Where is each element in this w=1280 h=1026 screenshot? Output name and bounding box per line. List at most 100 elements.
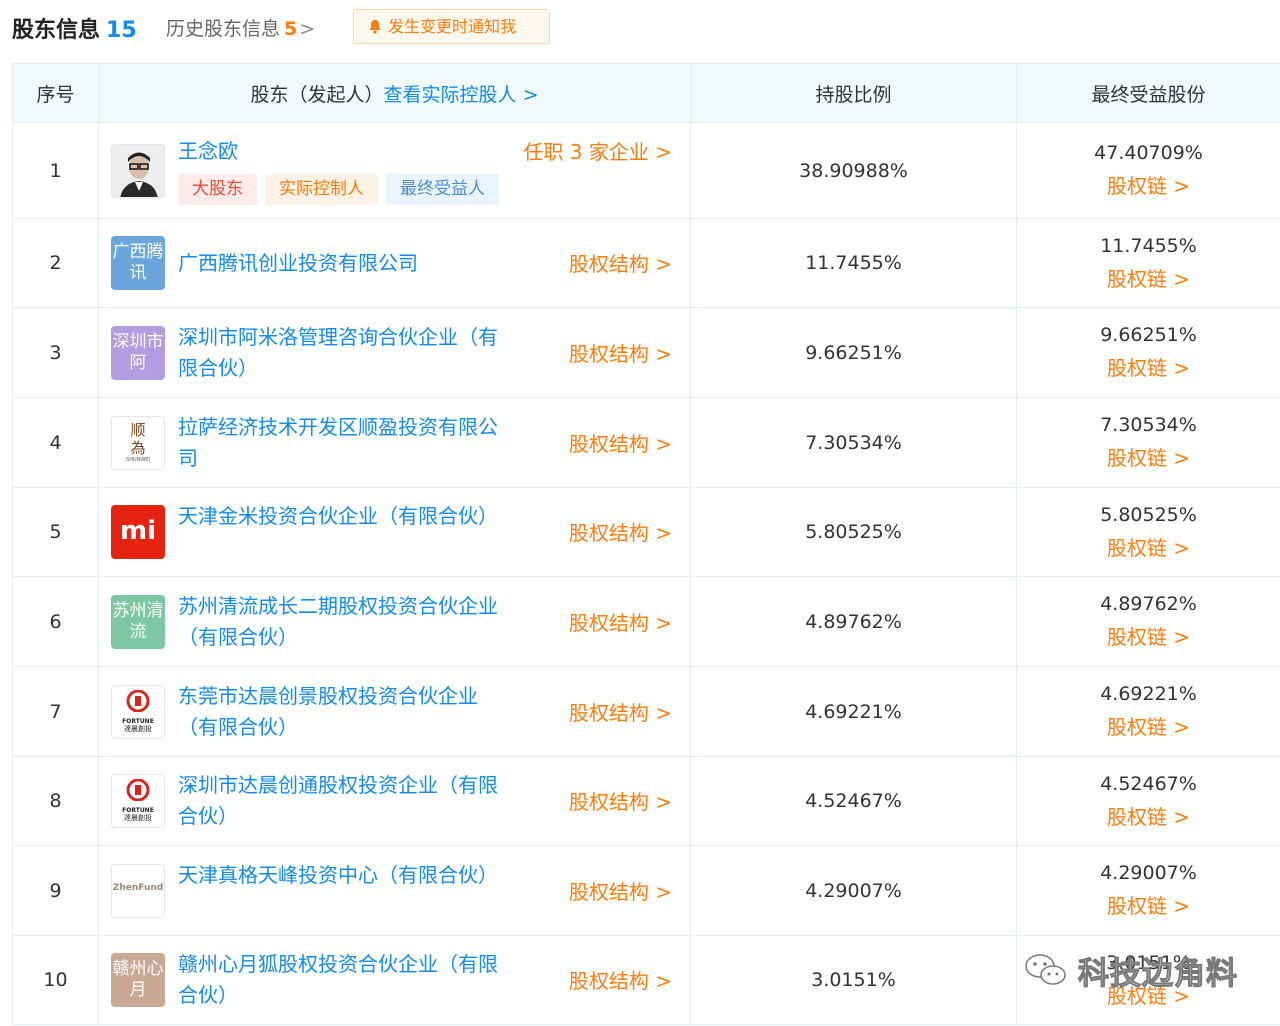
company-logo: 广西腾讯 xyxy=(111,235,165,290)
final-cell: 47.40709% 股权链 > xyxy=(1016,122,1280,219)
equity-chain-link[interactable]: 股权链 > xyxy=(1017,890,1280,919)
shareholder-name-link[interactable]: 深圳市达晨创通股权投资企业（有限合伙） xyxy=(178,770,508,832)
equity-structure-link[interactable]: 股权结构 > xyxy=(569,697,672,726)
row-no: 9 xyxy=(12,845,99,936)
shareholder-name-link[interactable]: 天津金米投资合伙企业（有限合伙） xyxy=(178,501,508,532)
shareholder-name-link[interactable]: 苏州清流成长二期股权投资合伙企业（有限合伙） xyxy=(178,591,508,653)
equity-chain-label: 股权链 xyxy=(1106,894,1167,918)
chevron-right-icon: > xyxy=(1173,715,1191,739)
equity-chain-label: 股权链 xyxy=(1106,625,1167,649)
shareholder-name-link[interactable]: 天津真格天峰投资中心（有限合伙） xyxy=(178,860,508,891)
pct-cell: 5.80525% xyxy=(690,487,1017,577)
company-logo-text: mi xyxy=(119,515,156,546)
equity-structure-link[interactable]: 股权结构 > xyxy=(569,248,672,277)
company-logo: FORTUNE 達晨創投 xyxy=(111,684,165,739)
shareholder-cell: 广西腾讯 广西腾讯创业投资有限公司 股权结构 > xyxy=(98,218,691,308)
tab-history-shareholders[interactable]: 历史股东信息 5 > xyxy=(166,14,315,41)
shareholder-cell: FORTUNE 達晨創投 东莞市达晨创景股权投资合伙企业（有限合伙） 股权结构 … xyxy=(98,666,691,757)
company-logo: 苏州清流 xyxy=(111,594,165,649)
table-row: 9 ZhenFund 天津真格天峰投资中心（有限合伙） 股权结构 > 4.290… xyxy=(12,845,1280,936)
tab-history-count: 5 xyxy=(284,18,298,40)
equity-chain-label: 股权链 xyxy=(1106,535,1167,560)
equity-structure-label: 股权结构 xyxy=(568,251,649,276)
equity-structure-link[interactable]: 股权结构 > xyxy=(569,786,672,815)
row-no: 4 xyxy=(12,397,99,488)
equity-structure-link[interactable]: 股权结构 > xyxy=(569,876,672,905)
equity-chain-label: 股权链 xyxy=(1106,266,1167,291)
equity-structure-label: 股权结构 xyxy=(568,431,649,456)
chevron-right-icon: > xyxy=(655,879,672,904)
company-logo: ZhenFund xyxy=(111,863,165,918)
shareholder-name-link[interactable]: 广西腾讯创业投资有限公司 xyxy=(178,248,508,279)
row-no: 8 xyxy=(12,756,99,846)
chevron-right-icon: > xyxy=(655,700,672,725)
shareholder-name-link[interactable]: 拉萨经济技术开发区顺盈投资有限公司 xyxy=(178,412,508,474)
notify-on-change-button[interactable]: 发生变更时通知我 xyxy=(353,9,550,44)
row-no: 2 xyxy=(12,218,99,308)
table-row: 7 FORTUNE 達晨創投 东莞市达晨创景股权投资合伙企业（有限合伙） 股权结… xyxy=(12,666,1280,757)
final-cell: 4.89762% 股权链 > xyxy=(1016,576,1280,667)
chevron-right-icon: > xyxy=(1173,174,1191,198)
watermark-text: 科技边角料 xyxy=(1078,956,1238,993)
shareholder-name-link[interactable]: 深圳市阿米洛管理咨询合伙企业（有限合伙） xyxy=(178,322,508,384)
chevron-right-icon: > xyxy=(655,251,672,276)
tag-final-beneficiary: 最终受益人 xyxy=(386,173,499,205)
notify-label: 发生变更时通知我 xyxy=(388,17,517,36)
chevron-right-icon: > xyxy=(1173,804,1191,829)
col-header-final: 最终受益股份 xyxy=(1016,63,1280,123)
positions-link[interactable]: 任职 3 家企业 > xyxy=(523,136,672,165)
pct-cell: 4.89762% xyxy=(690,576,1017,667)
shareholder-name-link[interactable]: 东莞市达晨创景股权投资合伙企业（有限合伙） xyxy=(178,681,508,743)
shareholder-cell: 顺為 SHUNWEI 拉萨经济技术开发区顺盈投资有限公司 股权结构 > xyxy=(98,397,691,488)
equity-structure-link[interactable]: 股权结构 > xyxy=(569,517,672,546)
tag-group: 大股东 实际控制人 最终受益人 xyxy=(178,173,507,205)
final-value: 9.66251% xyxy=(1100,324,1197,346)
chevron-right-icon: > xyxy=(655,789,672,814)
company-logo: FORTUNE 達晨創投 xyxy=(111,773,165,828)
final-value: 7.30534% xyxy=(1100,414,1197,436)
tab-shareholders[interactable]: 股东信息 15 xyxy=(12,12,137,44)
table-row: 6 苏州清流 苏州清流成长二期股权投资合伙企业（有限合伙） 股权结构 > 4.8… xyxy=(12,576,1280,667)
chevron-right-icon: > xyxy=(1173,356,1191,380)
equity-chain-link[interactable]: 股权链 > xyxy=(1017,801,1280,830)
chevron-right-icon: > xyxy=(655,139,672,164)
chevron-right-icon: > xyxy=(1173,625,1191,649)
equity-structure-link[interactable]: 股权结构 > xyxy=(569,607,672,636)
final-cell: 7.30534% 股权链 > xyxy=(1016,397,1280,488)
equity-chain-link[interactable]: 股权链 > xyxy=(1017,352,1280,381)
view-actual-controller-link[interactable]: 查看实际控股人 > xyxy=(384,84,539,106)
company-logo: 深圳市阿 xyxy=(111,325,165,380)
equity-structure-label: 股权结构 xyxy=(568,789,649,814)
pct-cell: 4.29007% xyxy=(690,845,1017,936)
shareholder-name-link[interactable]: 赣州心月狐股权投资合伙企业（有限合伙） xyxy=(178,949,508,1011)
chevron-right-icon: > xyxy=(1173,446,1191,470)
col-header-no: 序号 xyxy=(12,63,99,123)
top-tab-bar: 股东信息 15 历史股东信息 5 > 发生变更时通知我 xyxy=(0,0,1280,54)
equity-structure-link[interactable]: 股权结构 > xyxy=(569,965,672,994)
equity-structure-link[interactable]: 股权结构 > xyxy=(569,428,672,457)
shareholder-name-link[interactable]: 王念欧 xyxy=(178,136,508,167)
row-no: 5 xyxy=(12,487,99,577)
equity-chain-link[interactable]: 股权链 > xyxy=(1017,263,1280,292)
equity-chain-link[interactable]: 股权链 > xyxy=(1017,711,1280,740)
pct-cell: 11.7455% xyxy=(690,218,1017,308)
tag-major-shareholder: 大股东 xyxy=(178,173,257,205)
equity-structure-link[interactable]: 股权结构 > xyxy=(569,338,672,367)
company-logo: 顺為 SHUNWEI xyxy=(111,415,165,470)
tab-shareholders-label: 股东信息 xyxy=(12,18,101,43)
table-row: 2 广西腾讯 广西腾讯创业投资有限公司 股权结构 > 11.7455% 11.7… xyxy=(12,218,1280,308)
table-row: 8 FORTUNE 達晨創投 深圳市达晨创通股权投资企业（有限合伙） 股权结构 … xyxy=(12,756,1280,846)
table-row: 1 王念欧 任职 3 家企业 > 大股东 实际控制人 最终受益人 38.9098… xyxy=(12,122,1280,219)
equity-chain-link[interactable]: 股权链 > xyxy=(1017,532,1280,561)
equity-chain-link[interactable]: 股权链 > xyxy=(1017,442,1280,471)
fortune-logo-icon xyxy=(126,689,150,712)
col-header-shareholder-label: 股东（发起人） xyxy=(250,83,384,106)
equity-chain-link[interactable]: 股权链 > xyxy=(1017,621,1280,650)
equity-chain-link[interactable]: 股权链 > xyxy=(1017,170,1280,199)
shareholder-cell: ZhenFund 天津真格天峰投资中心（有限合伙） 股权结构 > xyxy=(98,845,691,936)
tab-shareholders-count: 15 xyxy=(106,18,137,43)
final-value: 47.40709% xyxy=(1094,142,1203,164)
company-logo-subtext: 達晨創投 xyxy=(124,813,152,822)
shareholder-cell: 深圳市阿 深圳市阿米洛管理咨询合伙企业（有限合伙） 股权结构 > xyxy=(98,307,691,398)
row-no: 3 xyxy=(12,307,99,398)
